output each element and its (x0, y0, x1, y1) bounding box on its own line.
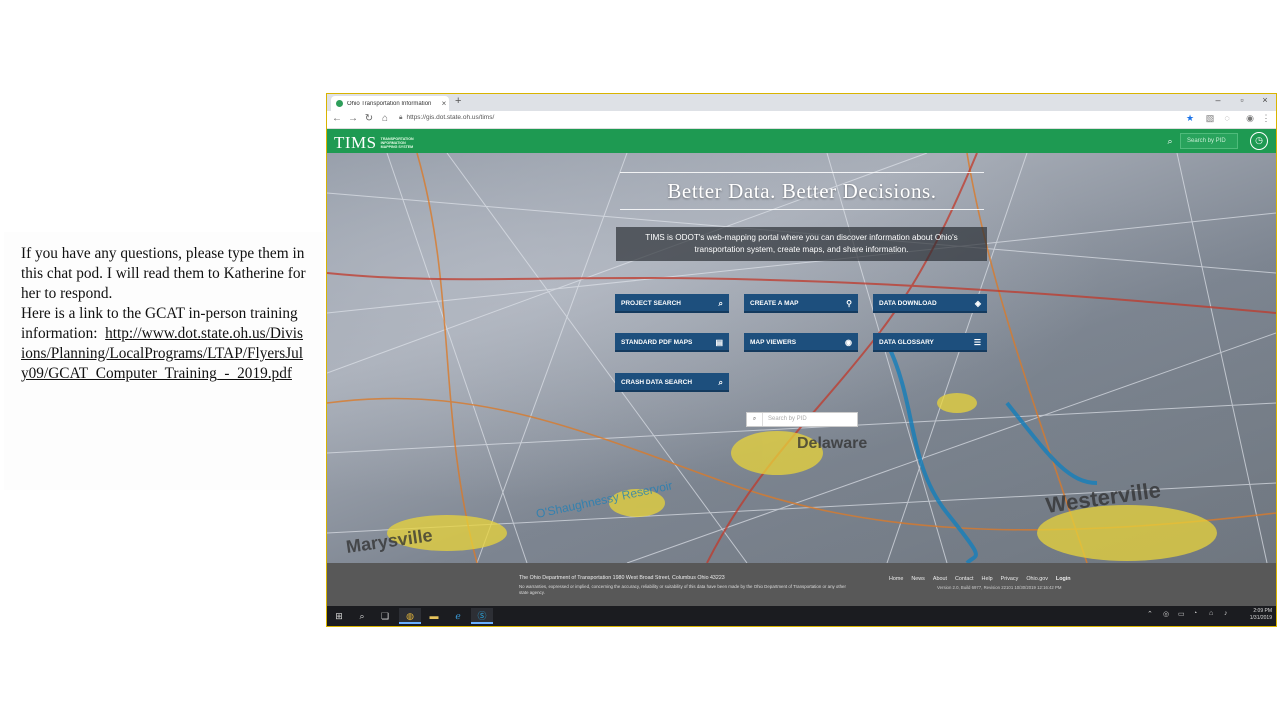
new-tab-button[interactable]: + (455, 95, 461, 107)
internet-explorer-icon[interactable]: ℯ (447, 608, 469, 624)
crash-data-search-button[interactable]: CRASH DATA SEARCH ⌕ (615, 373, 729, 392)
footer-link-login[interactable]: Login (1056, 576, 1071, 582)
tile-label: PROJECT SEARCH (621, 300, 681, 307)
create-a-map-button[interactable]: CREATE A MAP ⚲ (744, 294, 858, 313)
chrome-icon[interactable]: ◍ (399, 608, 421, 624)
address-toolbar: ← → ↻ ⌂ 🔒︎ https://gis.dot.state.oh.us/ti… (327, 111, 1276, 129)
data-download-button[interactable]: DATA DOWNLOAD ◈ (873, 294, 987, 313)
footer-link-ohio-gov[interactable]: Ohio.gov (1026, 576, 1048, 582)
clock-time: 2:09 PM (1253, 608, 1272, 614)
data-glossary-button[interactable]: DATA GLOSSARY ☰ (873, 333, 987, 352)
standard-pdf-maps-button[interactable]: STANDARD PDF MAPS ▤ (615, 333, 729, 352)
tile-label: DATA GLOSSARY (879, 339, 934, 346)
history-clock-icon[interactable]: ◷ (1250, 132, 1268, 150)
footer-link-about[interactable]: About (933, 576, 947, 582)
tile-label: CREATE A MAP (750, 300, 799, 307)
search-icon: ⌕ (718, 378, 723, 387)
hero-map-background: Delaware Westerville Marysville O'Shaugh… (327, 153, 1276, 563)
tab-close-icon[interactable]: × (439, 99, 449, 108)
profile-icon[interactable]: ◉ (1243, 113, 1257, 124)
bookmark-star-icon[interactable]: ★ (1183, 113, 1197, 124)
tims-logo[interactable]: TIMS TRANSPORTATION INFORMATION MAPPING … (334, 133, 414, 153)
pid-search-input[interactable]: ⌕ Search by PID (746, 412, 858, 427)
back-icon[interactable]: ← (330, 113, 344, 124)
tims-logo-subtitle: TRANSPORTATION INFORMATION MAPPING SYSTE… (381, 137, 414, 149)
chat-message: If you have any questions, please type t… (21, 244, 307, 384)
maximize-button[interactable]: ▫ (1231, 95, 1253, 105)
map-pin-icon: ⚲ (846, 299, 852, 308)
tims-header: TIMS TRANSPORTATION INFORMATION MAPPING … (327, 129, 1276, 153)
file-explorer-icon[interactable]: ▬ (423, 608, 445, 624)
footer-disclaimer: No warranties, expressed or implied, con… (519, 584, 846, 595)
home-icon[interactable]: ⌂ (378, 113, 392, 124)
extension-icon[interactable]: ▧ (1203, 113, 1217, 124)
browser-window: Ohio Transportation Information × + – ▫ … (326, 93, 1277, 627)
close-window-button[interactable]: × (1254, 95, 1276, 105)
tray-chevron-icon[interactable]: ⌃ (1147, 610, 1153, 618)
search-icon[interactable]: ⌕ (747, 413, 763, 426)
address-bar[interactable]: 🔒︎ https://gis.dot.state.oh.us/tims/ (399, 114, 494, 122)
footer-link-home[interactable]: Home (889, 576, 903, 582)
tims-logo-text: TIMS (334, 133, 377, 152)
svg-text:Delaware: Delaware (797, 435, 867, 452)
search-icon: ⌕ (718, 299, 723, 308)
screen: If you have any questions, please type t… (0, 0, 1280, 720)
chat-pod: If you have any questions, please type t… (4, 232, 324, 490)
site-footer: The Ohio Department of Transportation 19… (327, 563, 1276, 606)
pid-search-placeholder: Search by PID (768, 416, 807, 422)
footer-links: Home News About Contact Help Privacy Ohi… (889, 576, 1071, 582)
forward-icon[interactable]: → (346, 113, 360, 124)
task-view-icon[interactable]: ❏ (374, 608, 396, 624)
tray-app-2-icon[interactable]: ▭ (1178, 610, 1185, 618)
taskbar-clock[interactable]: 2:09 PM 1/31/2019 (1250, 608, 1272, 622)
footer-version: Version 2.0, Build 6977, Revision 22101 … (937, 585, 1062, 590)
tile-label: CRASH DATA SEARCH (621, 379, 693, 386)
layers-icon: ◈ (974, 299, 981, 308)
lock-icon: 🔒︎ (399, 114, 403, 121)
tray-app-3-icon[interactable]: ◔ (1193, 610, 1197, 617)
map-viewers-button[interactable]: MAP VIEWERS ◉ (744, 333, 858, 352)
road-map-image: Delaware Westerville Marysville O'Shaugh… (327, 153, 1276, 563)
header-search-icon[interactable]: ⌕ (1162, 133, 1178, 149)
hero-tagline: Better Data. Better Decisions. (620, 172, 984, 210)
tims-sub-3: MAPPING SYSTEM (380, 145, 414, 149)
hero-intro: TIMS is ODOT's web-mapping portal where … (616, 227, 987, 261)
reload-icon[interactable]: ↻ (362, 113, 376, 124)
tile-label: STANDARD PDF MAPS (621, 339, 693, 346)
tab-strip: Ohio Transportation Information × + – ▫ … (327, 94, 1276, 111)
tile-label: DATA DOWNLOAD (879, 300, 937, 307)
list-icon: ☰ (973, 338, 981, 347)
url-text: https://gis.dot.state.oh.us/tims/ (406, 114, 495, 121)
tray-app-icon[interactable]: ◎ (1163, 610, 1169, 618)
windows-taskbar: ⊞ ⌕ ❏ ◍ ▬ ℯ Ⓢ ⌃ ◎ ▭ ◔ ⌂ ♪ 2:09 PM 1/31/2… (327, 606, 1276, 626)
skype-icon[interactable]: Ⓢ (471, 608, 493, 624)
footer-link-contact[interactable]: Contact (955, 576, 974, 582)
tab-title: Ohio Transportation Information (347, 100, 432, 107)
footer-link-help[interactable]: Help (982, 576, 993, 582)
minimize-button[interactable]: – (1207, 95, 1229, 105)
tab-tims[interactable]: Ohio Transportation Information × (331, 96, 449, 111)
search-icon[interactable]: ⌕ (351, 608, 373, 624)
windows-start-icon[interactable]: ⊞ (328, 608, 350, 624)
clock-date: 1/31/2019 (1249, 615, 1272, 621)
footer-link-news[interactable]: News (911, 576, 924, 582)
menu-kebab-icon[interactable]: ⋮ (1259, 113, 1273, 124)
extension-2-icon[interactable]: ◌ (1220, 113, 1234, 123)
document-icon: ▤ (715, 338, 723, 347)
tile-label: MAP VIEWERS (750, 339, 797, 346)
network-icon[interactable]: ⌂ (1209, 610, 1213, 617)
footer-link-privacy[interactable]: Privacy (1001, 576, 1019, 582)
odot-favicon-icon (336, 100, 343, 107)
chat-message-line-1: If you have any questions, please type t… (21, 245, 306, 302)
header-search-input[interactable]: Search by PID (1180, 133, 1238, 149)
footer-address: The Ohio Department of Transportation 19… (519, 575, 725, 581)
project-search-button[interactable]: PROJECT SEARCH ⌕ (615, 294, 729, 313)
volume-icon[interactable]: ♪ (1224, 610, 1228, 617)
eye-icon: ◉ (845, 338, 852, 347)
